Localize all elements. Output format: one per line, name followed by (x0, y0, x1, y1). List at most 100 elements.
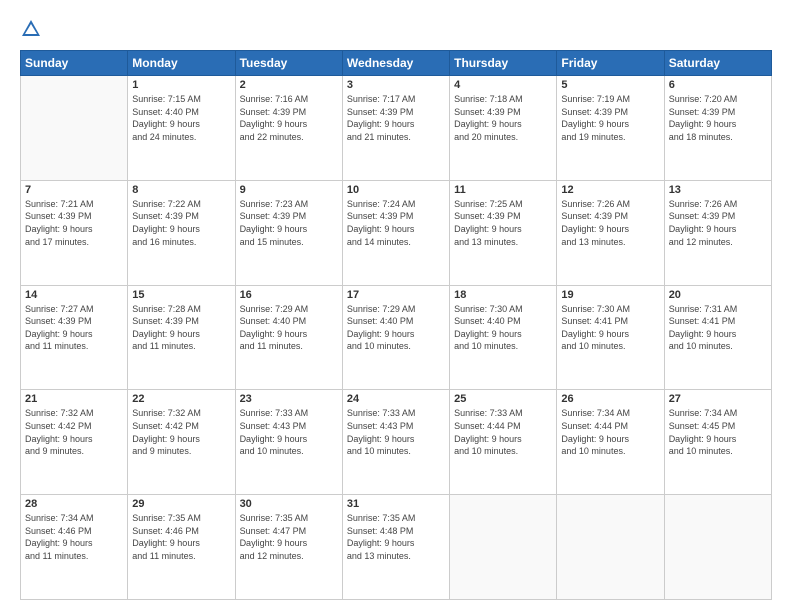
calendar-cell (21, 76, 128, 181)
calendar-cell: 3 Sunrise: 7:17 AM Sunset: 4:39 PM Daylig… (342, 76, 449, 181)
calendar-cell: 9Sunrise: 7:23 AM Sunset: 4:39 PM Daylig… (235, 180, 342, 285)
calendar-cell: 23 Sunrise: 7:33 AM Sunset: 4:43 PM Dayli… (235, 390, 342, 495)
calendar-cell: 12 Sunrise: 7:26 AM Sunset: 4:39 PM Dayli… (557, 180, 664, 285)
day-info: Sunrise: 7:32 AM Sunset: 4:42 PM Dayligh… (132, 407, 230, 457)
day-info: Sunrise: 7:19 AM Sunset: 4:39 PM Dayligh… (561, 93, 659, 143)
day-number: 21 (25, 393, 123, 405)
day-number: 25 (454, 393, 552, 405)
day-info: Sunrise: 7:18 AM Sunset: 4:39 PM Dayligh… (454, 93, 552, 143)
calendar-cell: 8 Sunrise: 7:22 AM Sunset: 4:39 PM Daylig… (128, 180, 235, 285)
day-number: 20 (669, 289, 767, 301)
calendar-week-1: 7Sunrise: 7:21 AM Sunset: 4:39 PM Daylig… (21, 180, 772, 285)
calendar-week-4: 28 Sunrise: 7:34 AM Sunset: 4:46 PM Dayli… (21, 495, 772, 600)
day-number: 8 (132, 184, 230, 196)
day-info: Sunrise: 7:26 AM Sunset: 4:39 PM Dayligh… (561, 198, 659, 248)
day-info: Sunrise: 7:26 AM Sunset: 4:39 PM Dayligh… (669, 198, 767, 248)
day-number: 22 (132, 393, 230, 405)
day-info: Sunrise: 7:29 AM Sunset: 4:40 PM Dayligh… (347, 303, 445, 353)
day-number: 27 (669, 393, 767, 405)
day-number: 24 (347, 393, 445, 405)
calendar-cell: 11 Sunrise: 7:25 AM Sunset: 4:39 PM Dayli… (450, 180, 557, 285)
calendar-week-0: 1 Sunrise: 7:15 AM Sunset: 4:40 PM Daylig… (21, 76, 772, 181)
calendar-cell: 2 Sunrise: 7:16 AM Sunset: 4:39 PM Daylig… (235, 76, 342, 181)
calendar-cell: 4 Sunrise: 7:18 AM Sunset: 4:39 PM Daylig… (450, 76, 557, 181)
day-info: Sunrise: 7:29 AM Sunset: 4:40 PM Dayligh… (240, 303, 338, 353)
calendar-week-2: 14Sunrise: 7:27 AM Sunset: 4:39 PM Dayli… (21, 285, 772, 390)
day-info: Sunrise: 7:15 AM Sunset: 4:40 PM Dayligh… (132, 93, 230, 143)
day-info: Sunrise: 7:28 AM Sunset: 4:39 PM Dayligh… (132, 303, 230, 353)
calendar-cell: 5 Sunrise: 7:19 AM Sunset: 4:39 PM Daylig… (557, 76, 664, 181)
calendar-cell (664, 495, 771, 600)
calendar-cell (450, 495, 557, 600)
header (20, 18, 772, 40)
calendar-cell: 17 Sunrise: 7:29 AM Sunset: 4:40 PM Dayli… (342, 285, 449, 390)
calendar-cell: 25 Sunrise: 7:33 AM Sunset: 4:44 PM Dayli… (450, 390, 557, 495)
day-number: 23 (240, 393, 338, 405)
calendar-cell: 21 Sunrise: 7:32 AM Sunset: 4:42 PM Dayli… (21, 390, 128, 495)
day-header-friday: Friday (557, 51, 664, 76)
day-info: Sunrise: 7:34 AM Sunset: 4:44 PM Dayligh… (561, 407, 659, 457)
day-info: Sunrise: 7:35 AM Sunset: 4:48 PM Dayligh… (347, 512, 445, 562)
day-header-thursday: Thursday (450, 51, 557, 76)
day-info: Sunrise: 7:31 AM Sunset: 4:41 PM Dayligh… (669, 303, 767, 353)
calendar-cell: 24 Sunrise: 7:33 AM Sunset: 4:43 PM Dayli… (342, 390, 449, 495)
day-info: Sunrise: 7:25 AM Sunset: 4:39 PM Dayligh… (454, 198, 552, 248)
day-info: Sunrise: 7:33 AM Sunset: 4:43 PM Dayligh… (347, 407, 445, 457)
day-number: 30 (240, 498, 338, 510)
day-number: 3 (347, 79, 445, 91)
day-info: Sunrise: 7:30 AM Sunset: 4:41 PM Dayligh… (561, 303, 659, 353)
calendar-cell (557, 495, 664, 600)
calendar-cell: 15 Sunrise: 7:28 AM Sunset: 4:39 PM Dayli… (128, 285, 235, 390)
day-info: Sunrise: 7:30 AM Sunset: 4:40 PM Dayligh… (454, 303, 552, 353)
day-info: Sunrise: 7:35 AM Sunset: 4:47 PM Dayligh… (240, 512, 338, 562)
day-info: Sunrise: 7:34 AM Sunset: 4:46 PM Dayligh… (25, 512, 123, 562)
day-info: Sunrise: 7:20 AM Sunset: 4:39 PM Dayligh… (669, 93, 767, 143)
day-number: 7 (25, 184, 123, 196)
day-number: 11 (454, 184, 552, 196)
day-number: 28 (25, 498, 123, 510)
day-number: 5 (561, 79, 659, 91)
calendar-cell: 29Sunrise: 7:35 AM Sunset: 4:46 PM Dayli… (128, 495, 235, 600)
calendar-cell: 14Sunrise: 7:27 AM Sunset: 4:39 PM Dayli… (21, 285, 128, 390)
calendar: SundayMondayTuesdayWednesdayThursdayFrid… (20, 50, 772, 600)
day-info: Sunrise: 7:32 AM Sunset: 4:42 PM Dayligh… (25, 407, 123, 457)
day-number: 6 (669, 79, 767, 91)
day-number: 19 (561, 289, 659, 301)
calendar-cell: 7Sunrise: 7:21 AM Sunset: 4:39 PM Daylig… (21, 180, 128, 285)
day-info: Sunrise: 7:24 AM Sunset: 4:39 PM Dayligh… (347, 198, 445, 248)
calendar-cell: 26Sunrise: 7:34 AM Sunset: 4:44 PM Dayli… (557, 390, 664, 495)
calendar-cell: 10Sunrise: 7:24 AM Sunset: 4:39 PM Dayli… (342, 180, 449, 285)
day-info: Sunrise: 7:34 AM Sunset: 4:45 PM Dayligh… (669, 407, 767, 457)
day-header-monday: Monday (128, 51, 235, 76)
day-number: 12 (561, 184, 659, 196)
day-number: 2 (240, 79, 338, 91)
day-info: Sunrise: 7:16 AM Sunset: 4:39 PM Dayligh… (240, 93, 338, 143)
day-info: Sunrise: 7:33 AM Sunset: 4:44 PM Dayligh… (454, 407, 552, 457)
day-number: 15 (132, 289, 230, 301)
day-header-tuesday: Tuesday (235, 51, 342, 76)
day-info: Sunrise: 7:17 AM Sunset: 4:39 PM Dayligh… (347, 93, 445, 143)
day-number: 1 (132, 79, 230, 91)
day-number: 17 (347, 289, 445, 301)
calendar-cell: 1 Sunrise: 7:15 AM Sunset: 4:40 PM Daylig… (128, 76, 235, 181)
day-number: 9 (240, 184, 338, 196)
day-header-wednesday: Wednesday (342, 51, 449, 76)
calendar-cell: 13 Sunrise: 7:26 AM Sunset: 4:39 PM Dayli… (664, 180, 771, 285)
calendar-cell: 22 Sunrise: 7:32 AM Sunset: 4:42 PM Dayli… (128, 390, 235, 495)
day-header-saturday: Saturday (664, 51, 771, 76)
day-number: 31 (347, 498, 445, 510)
logo (20, 18, 44, 40)
calendar-cell: 28 Sunrise: 7:34 AM Sunset: 4:46 PM Dayli… (21, 495, 128, 600)
day-header-sunday: Sunday (21, 51, 128, 76)
calendar-header-row: SundayMondayTuesdayWednesdayThursdayFrid… (21, 51, 772, 76)
day-info: Sunrise: 7:22 AM Sunset: 4:39 PM Dayligh… (132, 198, 230, 248)
calendar-week-3: 21 Sunrise: 7:32 AM Sunset: 4:42 PM Dayli… (21, 390, 772, 495)
calendar-cell: 18Sunrise: 7:30 AM Sunset: 4:40 PM Dayli… (450, 285, 557, 390)
day-number: 4 (454, 79, 552, 91)
day-info: Sunrise: 7:33 AM Sunset: 4:43 PM Dayligh… (240, 407, 338, 457)
day-info: Sunrise: 7:27 AM Sunset: 4:39 PM Dayligh… (25, 303, 123, 353)
calendar-cell: 6 Sunrise: 7:20 AM Sunset: 4:39 PM Daylig… (664, 76, 771, 181)
day-number: 13 (669, 184, 767, 196)
calendar-cell: 16Sunrise: 7:29 AM Sunset: 4:40 PM Dayli… (235, 285, 342, 390)
calendar-cell: 19 Sunrise: 7:30 AM Sunset: 4:41 PM Dayli… (557, 285, 664, 390)
